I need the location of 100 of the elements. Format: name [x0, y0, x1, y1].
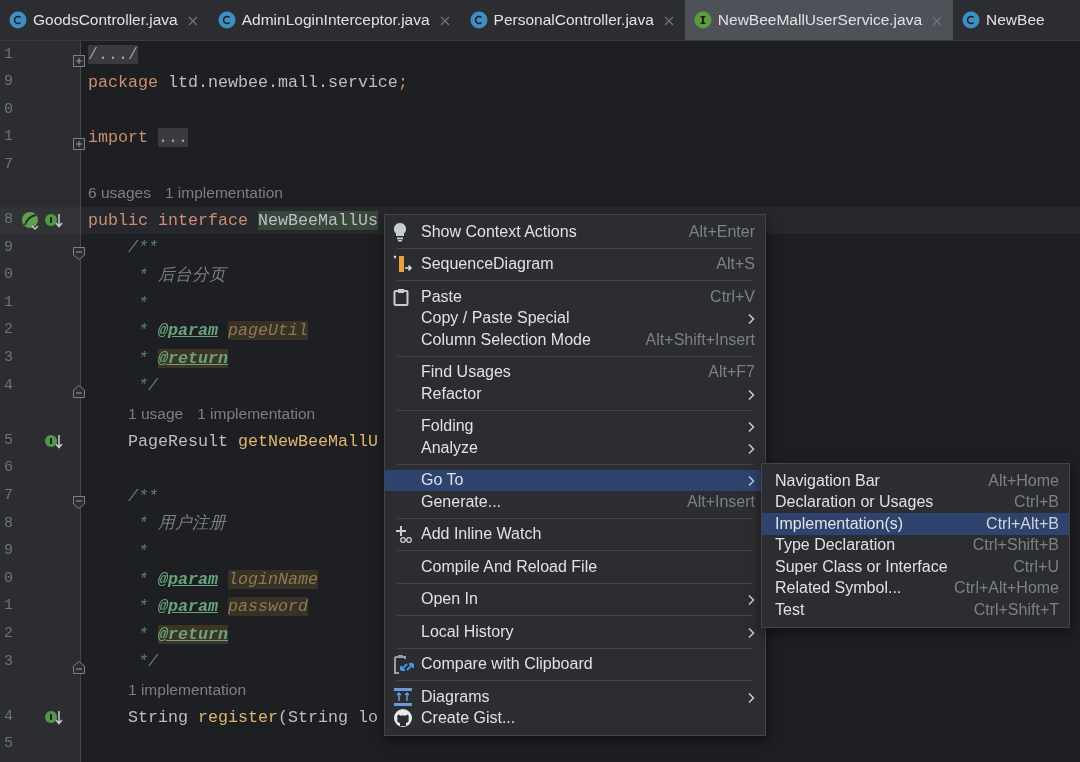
- code-token: pageUtil: [228, 321, 308, 341]
- menu-item[interactable]: Type Declaration Ctrl+Shift+B: [762, 534, 1069, 556]
- implemented-icon: [44, 708, 63, 726]
- fold-icon: [73, 494, 85, 510]
- line-number: 5: [3, 734, 13, 755]
- code-token: *: [137, 293, 148, 313]
- fold-icon: [73, 246, 85, 262]
- line-number: 1: [3, 596, 13, 617]
- line-number: 5: [3, 430, 13, 451]
- menu-item[interactable]: Super Class or Interface Ctrl+U: [762, 556, 1069, 578]
- code-token: *: [137, 321, 149, 341]
- code-token: *: [137, 597, 149, 617]
- class-icon: [217, 11, 236, 29]
- code-token: interface: [157, 210, 249, 230]
- menu-item[interactable]: Generate... Alt+Insert: [385, 491, 765, 513]
- menu-item[interactable]: Refactor: [385, 383, 765, 405]
- menu-item[interactable]: Copy / Paste Special: [385, 307, 765, 329]
- line-number: 8: [3, 210, 13, 231]
- line-number: 1: [3, 127, 13, 148]
- implemented-icon: [44, 432, 63, 450]
- close-icon[interactable]: [932, 16, 943, 27]
- file-tab[interactable]: GoodsController.java: [0, 0, 209, 40]
- menu-item[interactable]: Folding: [385, 415, 765, 437]
- inlay-hint[interactable]: 6 usages: [88, 181, 151, 205]
- code-token: /**: [128, 486, 158, 506]
- line-number: 3: [3, 651, 13, 672]
- line-number: 4: [3, 375, 13, 396]
- code-token: (String lo: [277, 707, 378, 727]
- menu-item[interactable]: Create Gist...: [385, 707, 765, 729]
- code-token: password: [228, 597, 308, 617]
- menu-item[interactable]: Column Selection Mode Alt+Shift+Insert: [385, 329, 765, 351]
- line-number: 0: [3, 568, 13, 589]
- menu-item[interactable]: Show Context Actions Alt+Enter: [385, 221, 765, 243]
- menu-item[interactable]: Add Inline Watch: [385, 523, 765, 545]
- expand-icon: [73, 53, 85, 69]
- code-token: @return: [158, 348, 228, 368]
- menu-item[interactable]: Local History: [385, 621, 765, 643]
- code-token: ...: [157, 128, 188, 148]
- code-token: 后台分页: [158, 266, 226, 286]
- code-token: *: [137, 624, 149, 644]
- menu-item[interactable]: Test Ctrl+Shift+T: [762, 599, 1069, 621]
- inlay-hint[interactable]: 1 implementation: [197, 401, 316, 426]
- line-number: 9: [3, 72, 13, 93]
- menu-item[interactable]: Diagrams: [385, 686, 765, 708]
- code-token: */: [137, 376, 158, 396]
- menu-item[interactable]: Declaration or Usages Ctrl+B: [762, 491, 1069, 513]
- menu-item[interactable]: Compile And Reload File: [385, 556, 765, 578]
- file-tab[interactable]: NewBee: [953, 0, 1056, 40]
- sequence-diagram-icon: [393, 254, 413, 275]
- code-token: *: [137, 348, 149, 368]
- menu-item[interactable]: Compare with Clipboard: [385, 653, 765, 675]
- compare-icon: [393, 653, 415, 676]
- code-token: register: [197, 707, 278, 727]
- code-token: @param: [158, 569, 218, 589]
- menu-item[interactable]: Open In: [385, 588, 765, 610]
- class-icon: [962, 11, 981, 29]
- code-token: package: [88, 72, 159, 92]
- line-number: 3: [3, 348, 13, 369]
- code-token: loginName: [228, 569, 318, 589]
- interface-icon: [693, 11, 712, 29]
- menu-item[interactable]: Analyze: [385, 437, 765, 459]
- code-token: 用户注册: [158, 514, 226, 534]
- close-icon[interactable]: [187, 16, 198, 27]
- inlay-hint[interactable]: 1 usage: [128, 401, 184, 426]
- code-token: ltd.newbee.mall.service: [167, 72, 398, 92]
- code-token: */: [137, 652, 158, 672]
- add-watch-icon: [393, 524, 413, 545]
- class-icon: [469, 11, 488, 29]
- menu-item[interactable]: Related Symbol... Ctrl+Alt+Home: [762, 577, 1069, 599]
- code-token: ;: [397, 72, 408, 92]
- line-number: 9: [3, 541, 13, 562]
- light-bulb-icon: [393, 221, 407, 242]
- github-icon: [393, 708, 413, 729]
- menu-item[interactable]: Navigation Bar Alt+Home: [762, 470, 1069, 492]
- leaf-icon: [21, 210, 40, 230]
- code-token: *: [137, 266, 149, 286]
- inlay-hint[interactable]: 1 implementation: [164, 181, 283, 205]
- inlay-hint[interactable]: 1 implementation: [128, 677, 247, 702]
- file-tab[interactable]: NewBeeMallUserService.java: [684, 0, 954, 40]
- code-token: *: [137, 542, 148, 561]
- line-number: 1: [3, 292, 13, 313]
- fold-icon: [73, 660, 85, 676]
- menu-item[interactable]: SequenceDiagram Alt+S: [385, 253, 765, 275]
- code-token: *: [137, 569, 149, 589]
- file-tab[interactable]: AdminLoginInterceptor.java: [208, 0, 461, 40]
- line-number: 7: [3, 486, 13, 507]
- line-number: 2: [3, 624, 13, 644]
- code-token: PageResult: [128, 431, 229, 451]
- menu-item[interactable]: Paste Ctrl+V: [385, 286, 765, 308]
- code-token: @param: [158, 321, 218, 341]
- code-token: public: [88, 210, 149, 230]
- line-number: 0: [3, 265, 13, 286]
- code-token: import: [88, 128, 149, 148]
- code-token: @return: [158, 624, 228, 644]
- menu-item[interactable]: Implementation(s) Ctrl+Alt+B: [762, 513, 1069, 535]
- file-tab[interactable]: PersonalController.java: [460, 0, 685, 40]
- menu-item[interactable]: Find Usages Alt+F7: [385, 361, 765, 383]
- close-icon[interactable]: [439, 16, 450, 27]
- class-icon: [9, 11, 27, 29]
- close-icon[interactable]: [663, 16, 674, 27]
